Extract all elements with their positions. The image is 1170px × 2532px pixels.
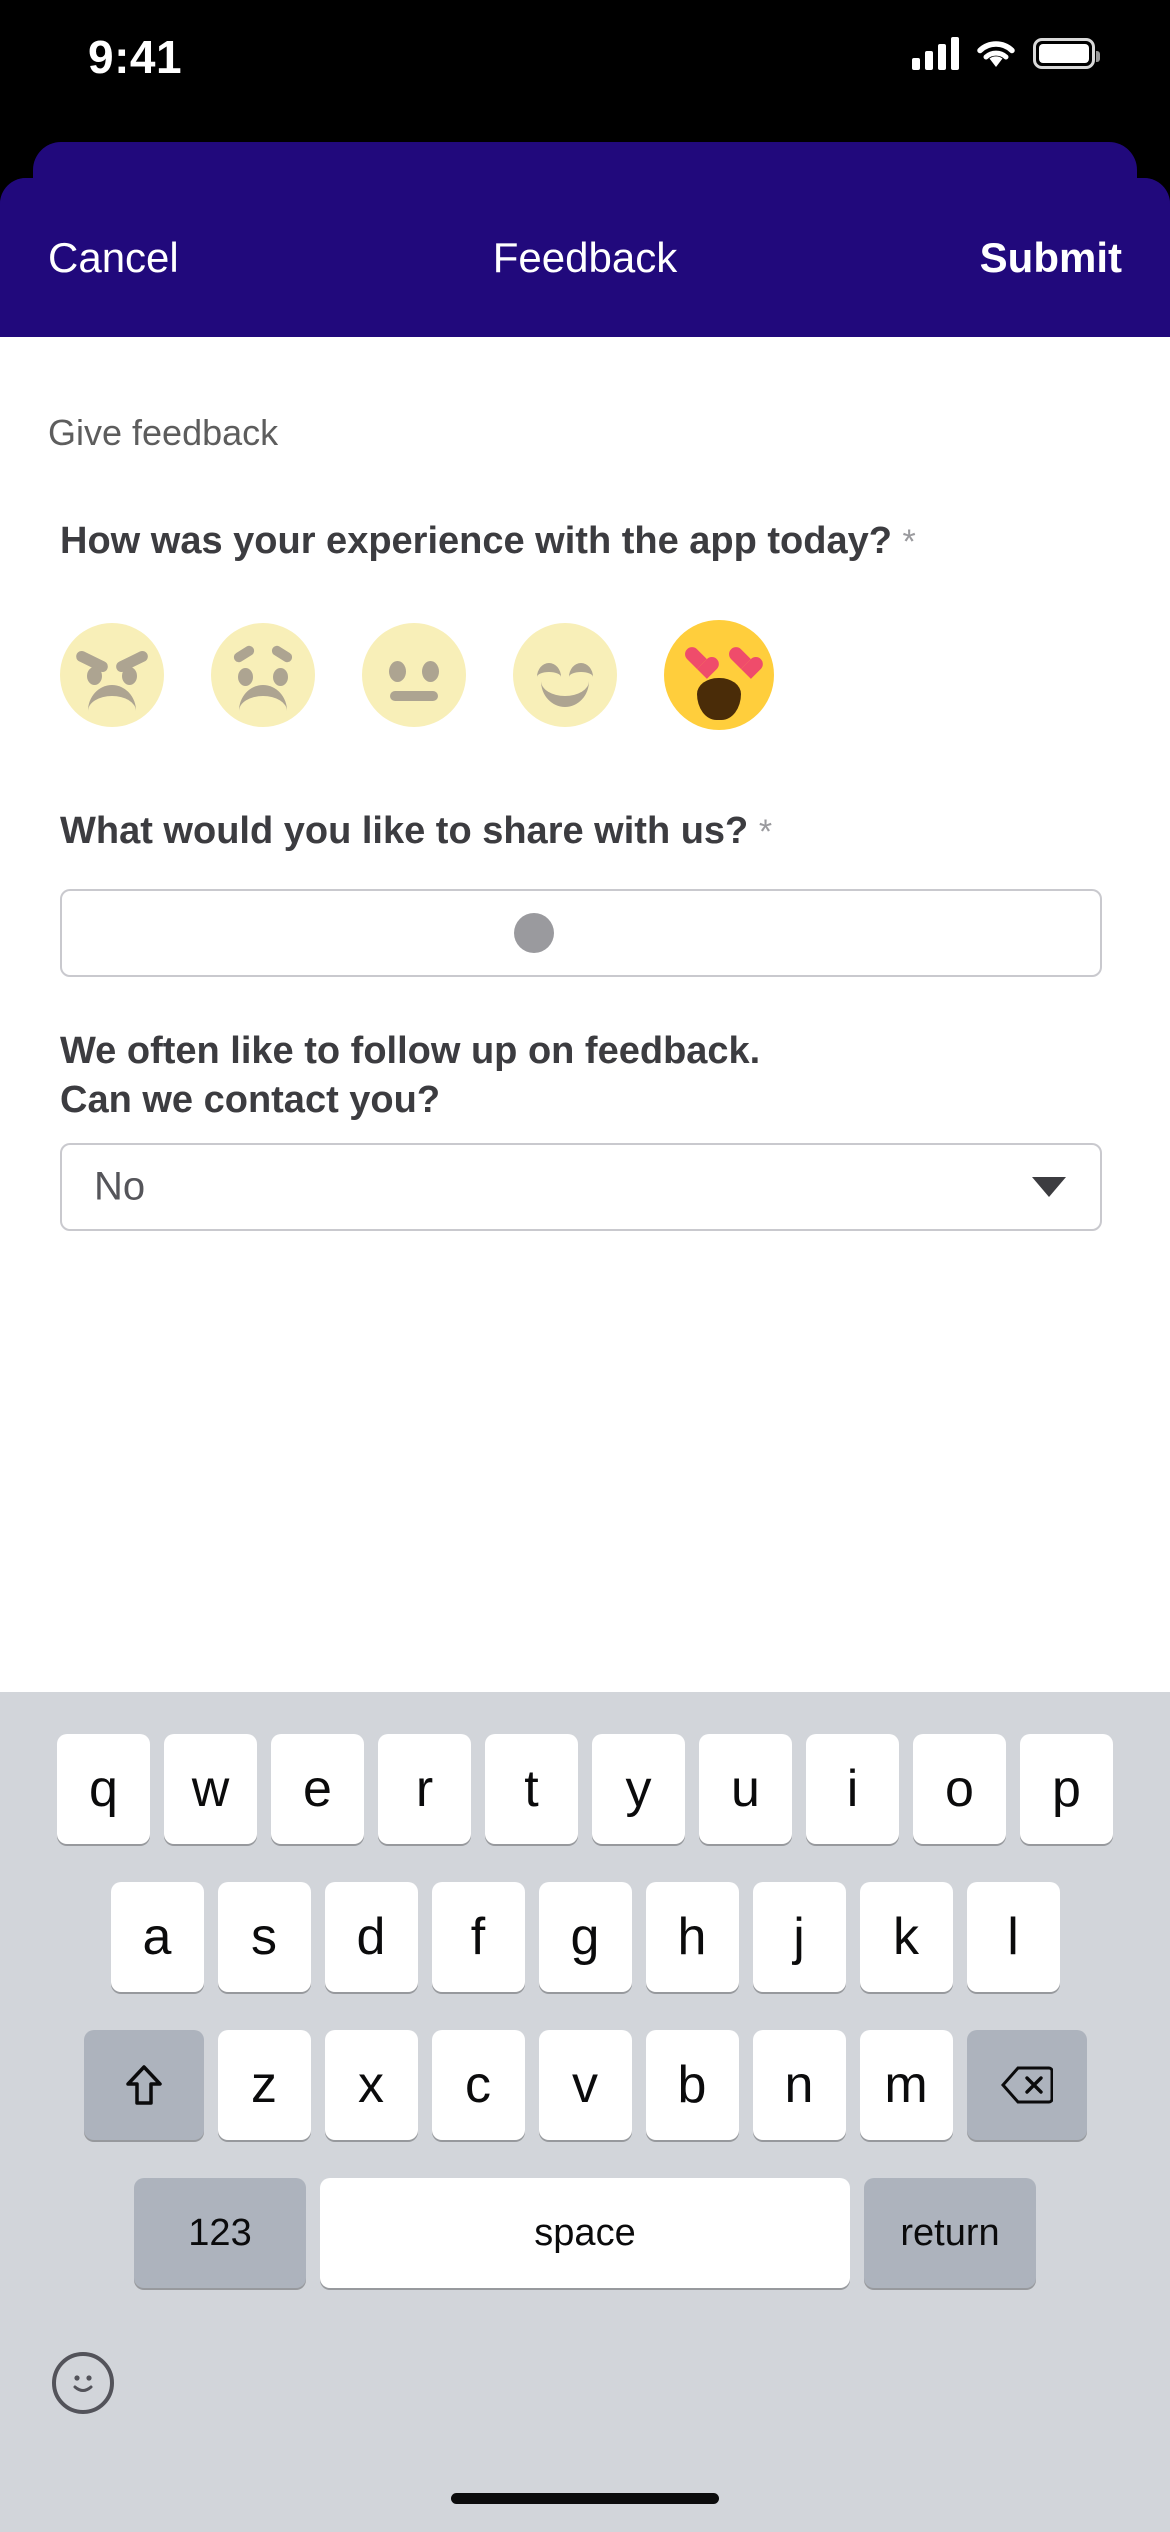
backspace-icon [1000,2065,1053,2105]
sad-brow-left-icon [232,643,256,665]
submit-button[interactable]: Submit [980,234,1122,282]
eye-right-icon [273,668,288,686]
space-key[interactable]: space [320,2178,850,2288]
shift-key[interactable] [83,2030,204,2140]
eye-left-icon [87,667,102,685]
status-bar-time: 9:41 [88,31,183,83]
battery-icon [1033,37,1100,69]
backspace-key[interactable] [966,2030,1087,2140]
home-indicator [451,2493,719,2504]
keyboard-row-1: q w e r t y u i o p [0,1734,1170,1844]
eye-left-icon [389,661,406,682]
heart-eye-left-icon [684,648,710,672]
key-k[interactable]: k [859,1882,953,1992]
question-experience-text: How was your experience with the app tod… [60,520,892,562]
key-l[interactable]: l [966,1882,1060,1992]
question-experience: How was your experience with the app tod… [60,517,1100,566]
heart-eye-right-icon [728,648,754,672]
input-cursor-handle[interactable] [514,913,554,953]
eye-right-icon [122,667,137,685]
key-o[interactable]: o [913,1734,1006,1844]
key-z[interactable]: z [217,2030,311,2140]
eye-right-icon [569,663,593,677]
emoji-rating-group [60,620,774,730]
contact-select[interactable]: No [60,1143,1102,1231]
share-text-input[interactable] [60,889,1102,977]
sad-brow-right-icon [270,643,294,665]
keyboard-row-4: 123 space return [0,2178,1170,2288]
key-r[interactable]: r [378,1734,471,1844]
emoji-option-smiling[interactable] [513,623,617,727]
frown-mouth-icon [239,685,287,711]
key-m[interactable]: m [859,2030,953,2140]
required-marker: * [902,523,916,561]
smile-mouth-icon [541,681,589,707]
key-y[interactable]: y [592,1734,685,1844]
key-u[interactable]: u [699,1734,792,1844]
key-t[interactable]: t [485,1734,578,1844]
key-f[interactable]: f [431,1882,525,1992]
chevron-down-icon[interactable] [1032,1177,1066,1197]
wifi-icon [975,37,1017,69]
question-contact: We often like to follow up on feedback. … [60,1027,1100,1124]
key-h[interactable]: h [645,1882,739,1992]
return-key[interactable]: return [864,2178,1036,2288]
question-share-text: What would you like to share with us? [60,810,749,852]
eye-left-icon [537,663,561,677]
key-e[interactable]: e [271,1734,364,1844]
contact-select-value: No [94,1164,146,1209]
on-screen-keyboard: q w e r t y u i o p a s d f g h j k l z … [0,1692,1170,2532]
flat-mouth-icon [390,691,438,701]
key-p[interactable]: p [1020,1734,1113,1844]
emoji-option-neutral[interactable] [362,623,466,727]
section-label: Give feedback [48,412,279,453]
cellular-signal-icon [912,36,959,70]
key-c[interactable]: c [431,2030,525,2140]
shift-arrow-icon [125,2064,162,2106]
key-g[interactable]: g [538,1882,632,1992]
navigation-bar: Cancel Feedback Submit [0,178,1170,337]
key-a[interactable]: a [110,1882,204,1992]
keyboard-row-3: z x c v b n m [0,2030,1170,2140]
eye-right-icon [422,661,439,682]
keyboard-row-2: a s d f g h j k l [0,1882,1170,1992]
emoji-option-sad[interactable] [211,623,315,727]
numbers-key[interactable]: 123 [134,2178,306,2288]
question-contact-line1: We often like to follow up on feedback. [60,1030,761,1072]
emoji-option-angry[interactable] [60,623,164,727]
question-share-label: What would you like to share with us? * [60,807,1100,856]
key-w[interactable]: w [164,1734,257,1844]
emoji-option-heart-eyes[interactable] [664,620,774,730]
open-mouth-icon [697,678,741,720]
phone-screen: 9:41 Cancel Feedback Submit Give feedbac… [0,0,1170,2532]
key-v[interactable]: v [538,2030,632,2140]
key-s[interactable]: s [217,1882,311,1992]
key-d[interactable]: d [324,1882,418,1992]
frown-mouth-icon [88,685,136,711]
key-x[interactable]: x [324,2030,418,2140]
key-b[interactable]: b [645,2030,739,2140]
eye-left-icon [238,668,253,686]
question-share: What would you like to share with us? * [60,807,1100,856]
emoji-smiley-icon[interactable] [52,2352,114,2414]
status-bar-icons [912,36,1100,70]
required-marker: * [758,813,773,851]
key-j[interactable]: j [752,1882,846,1992]
status-bar: 9:41 [0,0,1170,142]
question-contact-line2: Can we contact you? [60,1078,441,1121]
key-n[interactable]: n [752,2030,846,2140]
question-experience-label: How was your experience with the app tod… [60,517,1100,566]
key-q[interactable]: q [57,1734,150,1844]
key-i[interactable]: i [806,1734,899,1844]
